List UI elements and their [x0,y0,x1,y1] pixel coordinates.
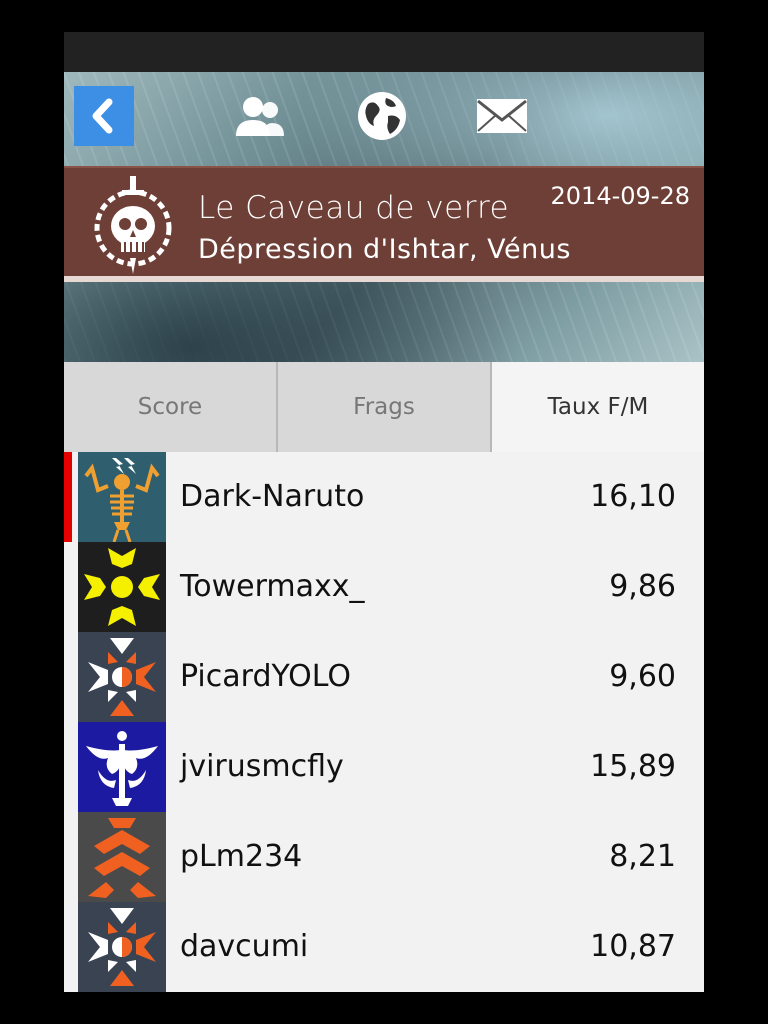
player-row[interactable]: Dark-Naruto 16,10 [64,452,704,542]
player-row[interactable]: PicardYOLO 9,60 [64,632,704,722]
row-indicator [64,542,72,632]
player-kd-value: 16,10 [590,479,676,514]
row-indicator [64,812,72,902]
tab-kd-ratio[interactable]: Taux F/M [492,362,704,452]
world-button[interactable] [354,90,410,142]
player-kd-value: 9,60 [609,659,676,694]
globe-icon [358,92,406,140]
skeleton-lightning-emblem-icon [78,452,166,542]
tab-score[interactable]: Score [64,362,278,452]
player-kd-value: 8,21 [609,839,676,874]
player-row[interactable]: Towermaxx_ 9,86 [64,542,704,632]
player-name: jvirusmcfly [180,749,344,784]
match-banner: Le Caveau de verre Dépression d'Ishtar, … [64,166,704,282]
map-name: Le Caveau de verre [198,190,510,226]
player-list: Dark-Naruto 16,10 Towermaxx_ 9,86 Picard… [64,452,704,992]
player-name: Towermaxx_ [180,569,365,604]
skull-sword-emblem-icon [94,176,172,274]
back-button[interactable] [74,86,134,146]
player-name: pLm234 [180,839,303,874]
player-kd-value: 9,86 [609,569,676,604]
row-indicator [64,722,72,812]
tab-frags[interactable]: Frags [278,362,492,452]
player-name: davcumi [180,929,309,964]
row-indicator [64,902,72,992]
status-bar [64,32,704,72]
player-name: PicardYOLO [180,659,352,694]
player-row[interactable]: pLm234 8,21 [64,812,704,902]
white-wings-emblem-icon [78,722,166,812]
map-location: Dépression d'Ishtar, Vénus [198,234,571,265]
player-kd-value: 15,89 [590,749,676,784]
friends-button[interactable] [232,90,288,142]
users-icon [236,97,284,136]
player-name: Dark-Naruto [180,479,365,514]
chevron-left-icon [92,98,113,134]
app-screen: Le Caveau de verre Dépression d'Ishtar, … [64,32,704,992]
player-row[interactable]: davcumi 10,87 [64,902,704,992]
envelope-icon [477,99,527,133]
player-row[interactable]: jvirusmcfly 15,89 [64,722,704,812]
toolbar [64,72,704,166]
player-kd-value: 10,87 [590,929,676,964]
sort-tabs: Score Frags Taux F/M [64,362,704,452]
orange-white-star-emblem-icon [78,902,166,992]
messages-button[interactable] [474,90,530,142]
orange-white-star-emblem-icon [78,632,166,722]
row-indicator [64,632,72,722]
yellow-sun-emblem-icon [78,542,166,632]
highlight-indicator [64,452,72,542]
orange-chevron-emblem-icon [78,812,166,902]
match-date: 2014-09-28 [550,182,690,210]
